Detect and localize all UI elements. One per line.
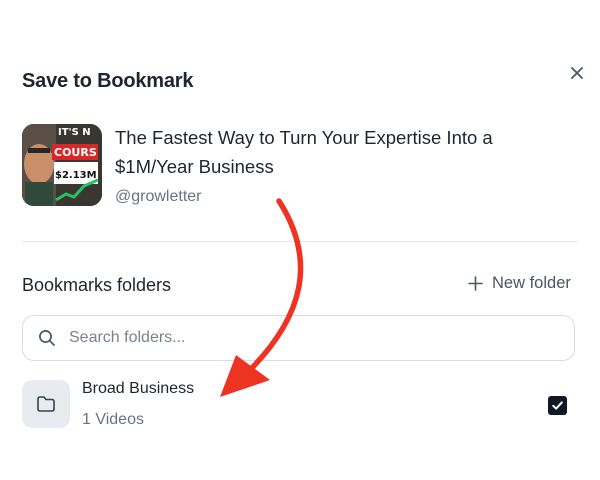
dialog-title: Save to Bookmark — [22, 70, 194, 92]
folder-name: Broad Business — [82, 380, 195, 397]
thumbnail-text-top: IT'S N — [58, 127, 91, 138]
plus-icon — [468, 276, 483, 291]
search-box[interactable] — [22, 315, 575, 361]
bookmarks-folders-label: Bookmarks folders — [22, 275, 172, 295]
divider — [22, 241, 577, 242]
folder-row[interactable]: Broad Business 1 Videos — [22, 378, 577, 434]
new-folder-button[interactable]: New folder — [468, 274, 571, 293]
thumbnail-text-amount: $2.13M — [55, 170, 97, 181]
thumbnail-image: IT'S N COURS $2.13M — [22, 124, 102, 206]
video-title: The Fastest Way to Turn Your Expertise I… — [115, 127, 493, 177]
folder-icon-tile — [22, 380, 70, 428]
search-input[interactable] — [67, 328, 551, 348]
video-author: @growletter — [115, 188, 202, 205]
new-folder-label: New folder — [492, 274, 571, 292]
checkmark-icon — [552, 401, 563, 410]
folder-checkbox[interactable] — [548, 396, 567, 415]
folder-icon — [37, 396, 55, 412]
close-icon[interactable] — [570, 66, 584, 80]
folder-video-count: 1 Videos — [82, 411, 144, 428]
close-button[interactable] — [564, 60, 590, 86]
video-thumbnail: IT'S N COURS $2.13M — [22, 124, 102, 206]
search-icon — [37, 328, 57, 348]
thumbnail-text-course: COURS — [54, 146, 97, 159]
save-to-bookmark-dialog: Save to Bookmark IT'S N COURS $2.13M The… — [0, 0, 600, 480]
